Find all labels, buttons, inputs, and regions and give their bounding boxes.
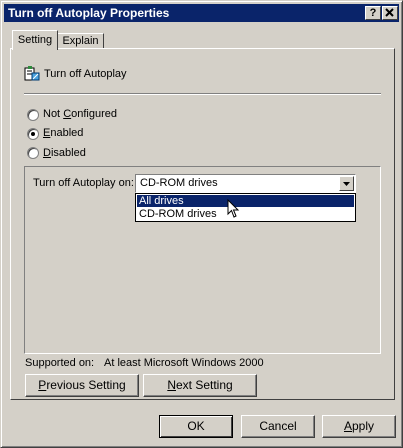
- dropdown-arrow-button[interactable]: [339, 176, 354, 191]
- header-separator: [24, 93, 381, 95]
- apply-button[interactable]: Apply: [322, 415, 396, 438]
- supported-value: At least Microsoft Windows 2000: [104, 357, 264, 369]
- cancel-button[interactable]: Cancel: [241, 415, 315, 438]
- window-title: Turn off Autoplay Properties: [8, 6, 170, 20]
- dropdown-option-cdrom-drives[interactable]: CD-ROM drives: [137, 208, 354, 220]
- supported-label: Supported on:: [25, 357, 95, 369]
- close-button[interactable]: [382, 6, 398, 20]
- radio-disabled-label: Disabled: [43, 147, 86, 159]
- radio-enabled-label: Enabled: [43, 127, 84, 139]
- title-bar[interactable]: Turn off Autoplay Properties ?: [4, 4, 399, 22]
- dropdown-option-all-drives[interactable]: All drives: [137, 195, 354, 207]
- radio-not-configured-label: Not Configured: [43, 108, 118, 120]
- policy-setting-icon: [24, 66, 40, 82]
- autoplay-combo-value: CD-ROM drives: [140, 177, 218, 189]
- tab-explain[interactable]: Explain: [58, 33, 104, 49]
- autoplay-label: Turn off Autoplay on:: [33, 177, 134, 189]
- next-setting-button[interactable]: Next Setting: [143, 374, 257, 397]
- ok-button[interactable]: OK: [159, 415, 233, 438]
- tab-setting[interactable]: Setting: [12, 30, 58, 50]
- autoplay-dropdown-list: All drives CD-ROM drives: [135, 193, 356, 222]
- tab-explain-label: Explain: [62, 35, 99, 47]
- autoplay-combo[interactable]: CD-ROM drives: [135, 174, 356, 193]
- mouse-cursor-icon: [227, 198, 241, 219]
- policy-name: Turn off Autoplay: [44, 68, 127, 80]
- previous-setting-button[interactable]: Previous Setting: [25, 374, 139, 397]
- radio-disabled[interactable]: [27, 147, 39, 159]
- chevron-down-icon: [343, 182, 350, 186]
- properties-dialog: Turn off Autoplay Properties ? Setting E…: [0, 0, 403, 448]
- close-icon: [385, 8, 394, 17]
- help-button[interactable]: ?: [365, 6, 381, 20]
- radio-not-configured[interactable]: [27, 109, 39, 121]
- radio-enabled[interactable]: [27, 128, 39, 140]
- tab-setting-label: Setting: [17, 34, 53, 46]
